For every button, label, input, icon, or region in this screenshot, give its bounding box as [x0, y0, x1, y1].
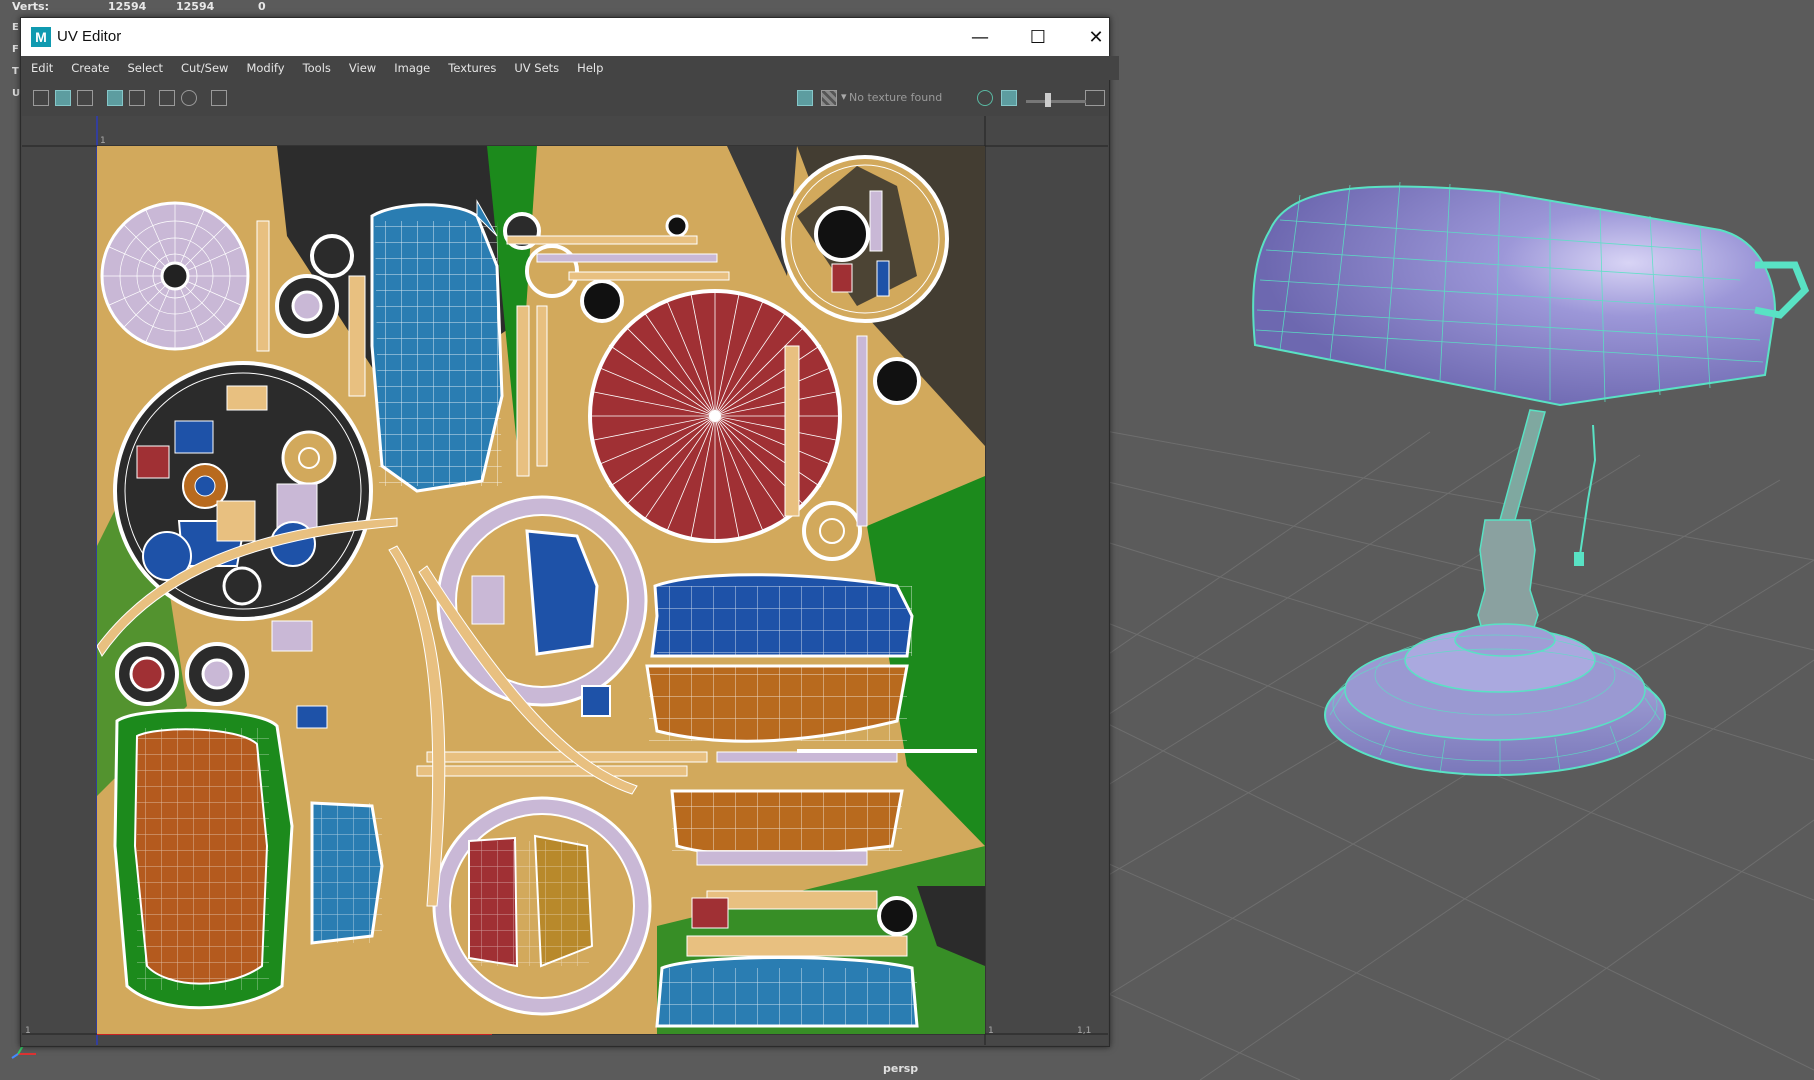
- image-display-icon[interactable]: [797, 90, 813, 106]
- uv-axis-label: 1: [988, 1026, 994, 1036]
- hud-side-f: F: [12, 44, 19, 55]
- verts-triangles: 0: [258, 0, 266, 13]
- menu-edit[interactable]: Edit: [31, 61, 53, 75]
- menu-select[interactable]: Select: [128, 61, 163, 75]
- hud-side-e: E: [12, 22, 19, 33]
- checker-icon[interactable]: [821, 90, 837, 106]
- menu-help[interactable]: Help: [577, 61, 603, 75]
- exposure-icon[interactable]: [977, 90, 993, 106]
- maya-logo-icon: M: [31, 27, 51, 47]
- uv-shaded-icon[interactable]: [77, 90, 93, 106]
- texture-borders-icon[interactable]: [129, 90, 145, 106]
- expand-toolbar-icon[interactable]: [1085, 90, 1105, 106]
- pivot-icon[interactable]: [181, 90, 197, 106]
- window-title: UV Editor: [57, 28, 122, 45]
- close-button[interactable]: ✕: [1067, 18, 1125, 56]
- uv-texture-editor-canvas[interactable]: 1 1 1 1,1: [22, 116, 1108, 1045]
- grid-toggle-icon[interactable]: [107, 90, 123, 106]
- banker-lamp-model[interactable]: [1200, 170, 1814, 910]
- menu-uv-sets[interactable]: UV Sets: [514, 61, 559, 75]
- menu-view[interactable]: View: [349, 61, 376, 75]
- title-bar[interactable]: M UV Editor — ☐ ✕: [21, 18, 1109, 56]
- menu-cut-sew[interactable]: Cut/Sew: [181, 61, 228, 75]
- uv-axis-label: 1,1: [1077, 1026, 1092, 1036]
- snapshot-icon[interactable]: [211, 90, 227, 106]
- uv-editor-window[interactable]: M UV Editor — ☐ ✕ Edit Create Select Cut…: [20, 17, 1119, 1047]
- texture-status: No texture found: [849, 91, 943, 104]
- exposure-slider-track[interactable]: [1026, 100, 1086, 103]
- minimize-button[interactable]: —: [951, 18, 1009, 56]
- menu-textures[interactable]: Textures: [448, 61, 496, 75]
- exposure-slider-thumb[interactable]: [1045, 93, 1051, 107]
- uv-layout-drawing: [97, 146, 985, 1034]
- gamma-icon[interactable]: [1001, 90, 1017, 106]
- uv-axis-label: 1: [100, 136, 106, 146]
- texture-dropdown-arrow-icon[interactable]: ▾: [841, 90, 847, 103]
- verts-total: 12594: [108, 0, 147, 13]
- uv-layout-icon[interactable]: [55, 90, 71, 106]
- hud-side-t: T: [12, 66, 19, 77]
- vertex-count-hud: Verts: 12594 12594 0: [12, 0, 266, 13]
- verts-label: Verts:: [12, 0, 50, 13]
- menu-tools[interactable]: Tools: [303, 61, 331, 75]
- hud-side-u: U: [12, 88, 21, 99]
- verts-selected: 12594: [176, 0, 215, 13]
- uv-axis-label: 1: [25, 1026, 31, 1036]
- menu-modify[interactable]: Modify: [246, 61, 284, 75]
- checker-grid-icon[interactable]: [159, 90, 175, 106]
- maximize-button[interactable]: ☐: [1009, 18, 1067, 56]
- uv-tile-0-1[interactable]: [97, 146, 985, 1034]
- menu-create[interactable]: Create: [71, 61, 109, 75]
- menu-image[interactable]: Image: [394, 61, 430, 75]
- uv-toolbar: ▾ No texture found: [21, 80, 1109, 116]
- uv-shell-icon[interactable]: [33, 90, 49, 106]
- menu-bar: Edit Create Select Cut/Sew Modify Tools …: [21, 56, 1119, 80]
- camera-label: persp: [883, 1062, 919, 1075]
